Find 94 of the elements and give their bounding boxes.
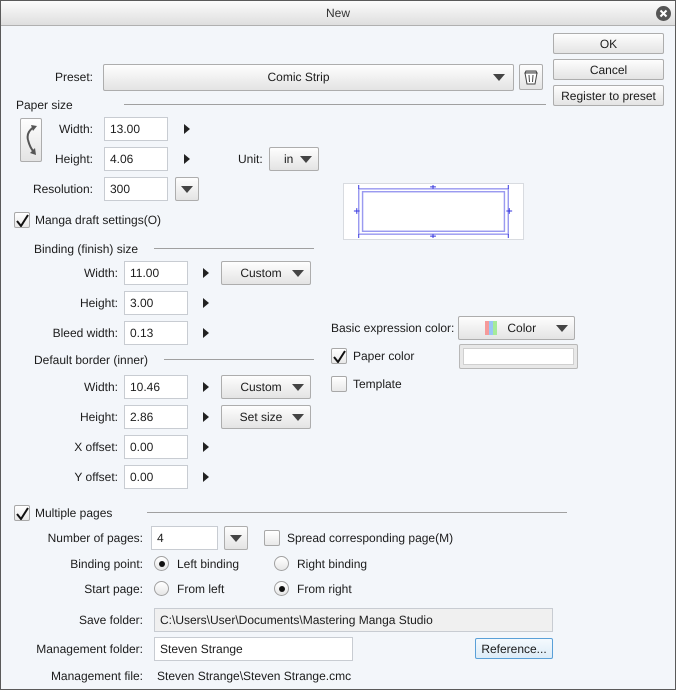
field-label: Height: bbox=[80, 409, 118, 426]
preset-dropdown[interactable]: Comic Strip bbox=[103, 64, 514, 90]
caret-icon bbox=[493, 74, 505, 80]
color-swatch-icon bbox=[485, 321, 498, 335]
input-field[interactable]: 0.00 bbox=[124, 435, 188, 459]
dropdown[interactable]: Set size bbox=[221, 405, 311, 429]
caret-icon bbox=[300, 156, 312, 162]
checkmark-icon bbox=[332, 350, 346, 362]
input-field[interactable]: 0.13 bbox=[124, 321, 188, 345]
color-swatch[interactable] bbox=[459, 344, 578, 368]
dialog-button[interactable]: Cancel bbox=[553, 59, 664, 80]
field-label: Management folder: bbox=[36, 640, 143, 658]
field-label: Width: bbox=[58, 121, 93, 138]
radio-label: From left bbox=[177, 580, 224, 598]
radio-label: Right binding bbox=[297, 556, 368, 572]
dropdown[interactable]: Custom bbox=[221, 261, 311, 285]
dialog-button[interactable]: Register to preset bbox=[553, 85, 664, 106]
triangle-icon[interactable] bbox=[203, 442, 209, 452]
input-field[interactable]: 2.86 bbox=[124, 405, 188, 429]
input-field[interactable]: 300 bbox=[104, 177, 168, 201]
dropdown-button[interactable] bbox=[224, 526, 248, 550]
swap-orientation-button[interactable] bbox=[20, 118, 42, 162]
color-dropdown[interactable]: Color bbox=[458, 316, 576, 340]
caret-icon bbox=[556, 324, 568, 332]
input-field[interactable]: 3.00 bbox=[124, 291, 188, 315]
field-label: Height: bbox=[54, 151, 93, 168]
checkbox-label: Spread corresponding page(M) bbox=[287, 530, 454, 547]
checkmark-icon bbox=[16, 506, 28, 520]
field-label: Start page: bbox=[84, 580, 143, 598]
input-field[interactable]: 11.00 bbox=[124, 261, 188, 285]
checkbox[interactable] bbox=[331, 348, 347, 364]
field-label: Binding point: bbox=[70, 556, 143, 572]
caret-icon bbox=[292, 384, 304, 390]
trash-icon bbox=[524, 69, 538, 85]
field-label: Unit: bbox=[238, 151, 263, 168]
field-label: Y offset: bbox=[74, 469, 118, 486]
window-title: New bbox=[326, 5, 350, 22]
input-field[interactable]: 0.00 bbox=[124, 465, 188, 489]
input-field[interactable]: C:\Users\User\Documents\Mastering Manga Studio bbox=[154, 608, 553, 632]
radio-button[interactable] bbox=[274, 556, 289, 571]
caret-icon bbox=[181, 186, 193, 192]
checkbox[interactable] bbox=[264, 530, 280, 546]
checkbox[interactable] bbox=[14, 212, 30, 228]
field-label: Preset: bbox=[54, 69, 93, 86]
section-heading: Binding (finish) size bbox=[34, 241, 140, 258]
radio-label: Left binding bbox=[177, 556, 240, 572]
reference-button[interactable]: Reference... bbox=[475, 638, 553, 659]
field-label: Basic expression color: bbox=[331, 320, 454, 337]
rotate-arrows-icon bbox=[24, 124, 38, 156]
caret-icon bbox=[292, 414, 304, 420]
input-field[interactable]: 10.46 bbox=[124, 375, 188, 399]
input-field[interactable]: 4 bbox=[151, 526, 218, 550]
field-label: X offset: bbox=[74, 439, 118, 456]
checkbox[interactable] bbox=[331, 376, 347, 392]
input-field[interactable]: 13.00 bbox=[104, 117, 168, 141]
close-icon[interactable] bbox=[656, 6, 671, 21]
section-heading: Paper size bbox=[16, 97, 74, 114]
field-label: Height: bbox=[80, 295, 118, 312]
delete-button[interactable] bbox=[519, 64, 543, 90]
triangle-icon[interactable] bbox=[184, 124, 190, 134]
triangle-icon[interactable] bbox=[203, 412, 209, 422]
radio-button[interactable] bbox=[154, 581, 169, 596]
dropdown-button[interactable] bbox=[175, 177, 199, 201]
radio-button[interactable] bbox=[274, 581, 289, 596]
triangle-icon[interactable] bbox=[184, 154, 190, 164]
dropdown[interactable]: Custom bbox=[221, 375, 311, 399]
caret-icon bbox=[292, 270, 304, 276]
section-heading: Default border (inner) bbox=[34, 352, 150, 369]
field-label: Bleed width: bbox=[52, 325, 118, 342]
field-label: Width: bbox=[84, 265, 118, 282]
field-label: Save folder: bbox=[78, 612, 143, 628]
checkmark-icon bbox=[16, 214, 28, 226]
checkbox-label: Paper color bbox=[353, 348, 414, 365]
radio-button[interactable] bbox=[154, 556, 169, 571]
triangle-icon[interactable] bbox=[203, 298, 209, 308]
checkbox[interactable] bbox=[14, 505, 30, 521]
field-label: Width: bbox=[84, 379, 118, 396]
triangle-icon[interactable] bbox=[203, 328, 209, 338]
radio-label: From right bbox=[297, 580, 352, 598]
file-path: Steven Strange\Steven Strange.cmc bbox=[157, 668, 352, 685]
dropdown[interactable]: in bbox=[268, 147, 319, 171]
field-label: Number of pages: bbox=[48, 530, 143, 547]
field-label: Management file: bbox=[50, 668, 143, 685]
input-field[interactable]: Steven Strange bbox=[154, 636, 353, 660]
checkbox-label: Manga draft settings(O) bbox=[35, 212, 162, 229]
field-label: Resolution: bbox=[32, 181, 93, 198]
triangle-icon[interactable] bbox=[203, 472, 209, 482]
caret-icon bbox=[230, 534, 242, 542]
triangle-icon[interactable] bbox=[203, 382, 209, 392]
checkbox-label: Multiple pages bbox=[35, 505, 114, 522]
checkbox-label: Template bbox=[353, 376, 402, 393]
input-field[interactable]: 4.06 bbox=[104, 147, 168, 171]
dialog-button[interactable]: OK bbox=[553, 33, 664, 54]
triangle-icon[interactable] bbox=[203, 268, 209, 278]
